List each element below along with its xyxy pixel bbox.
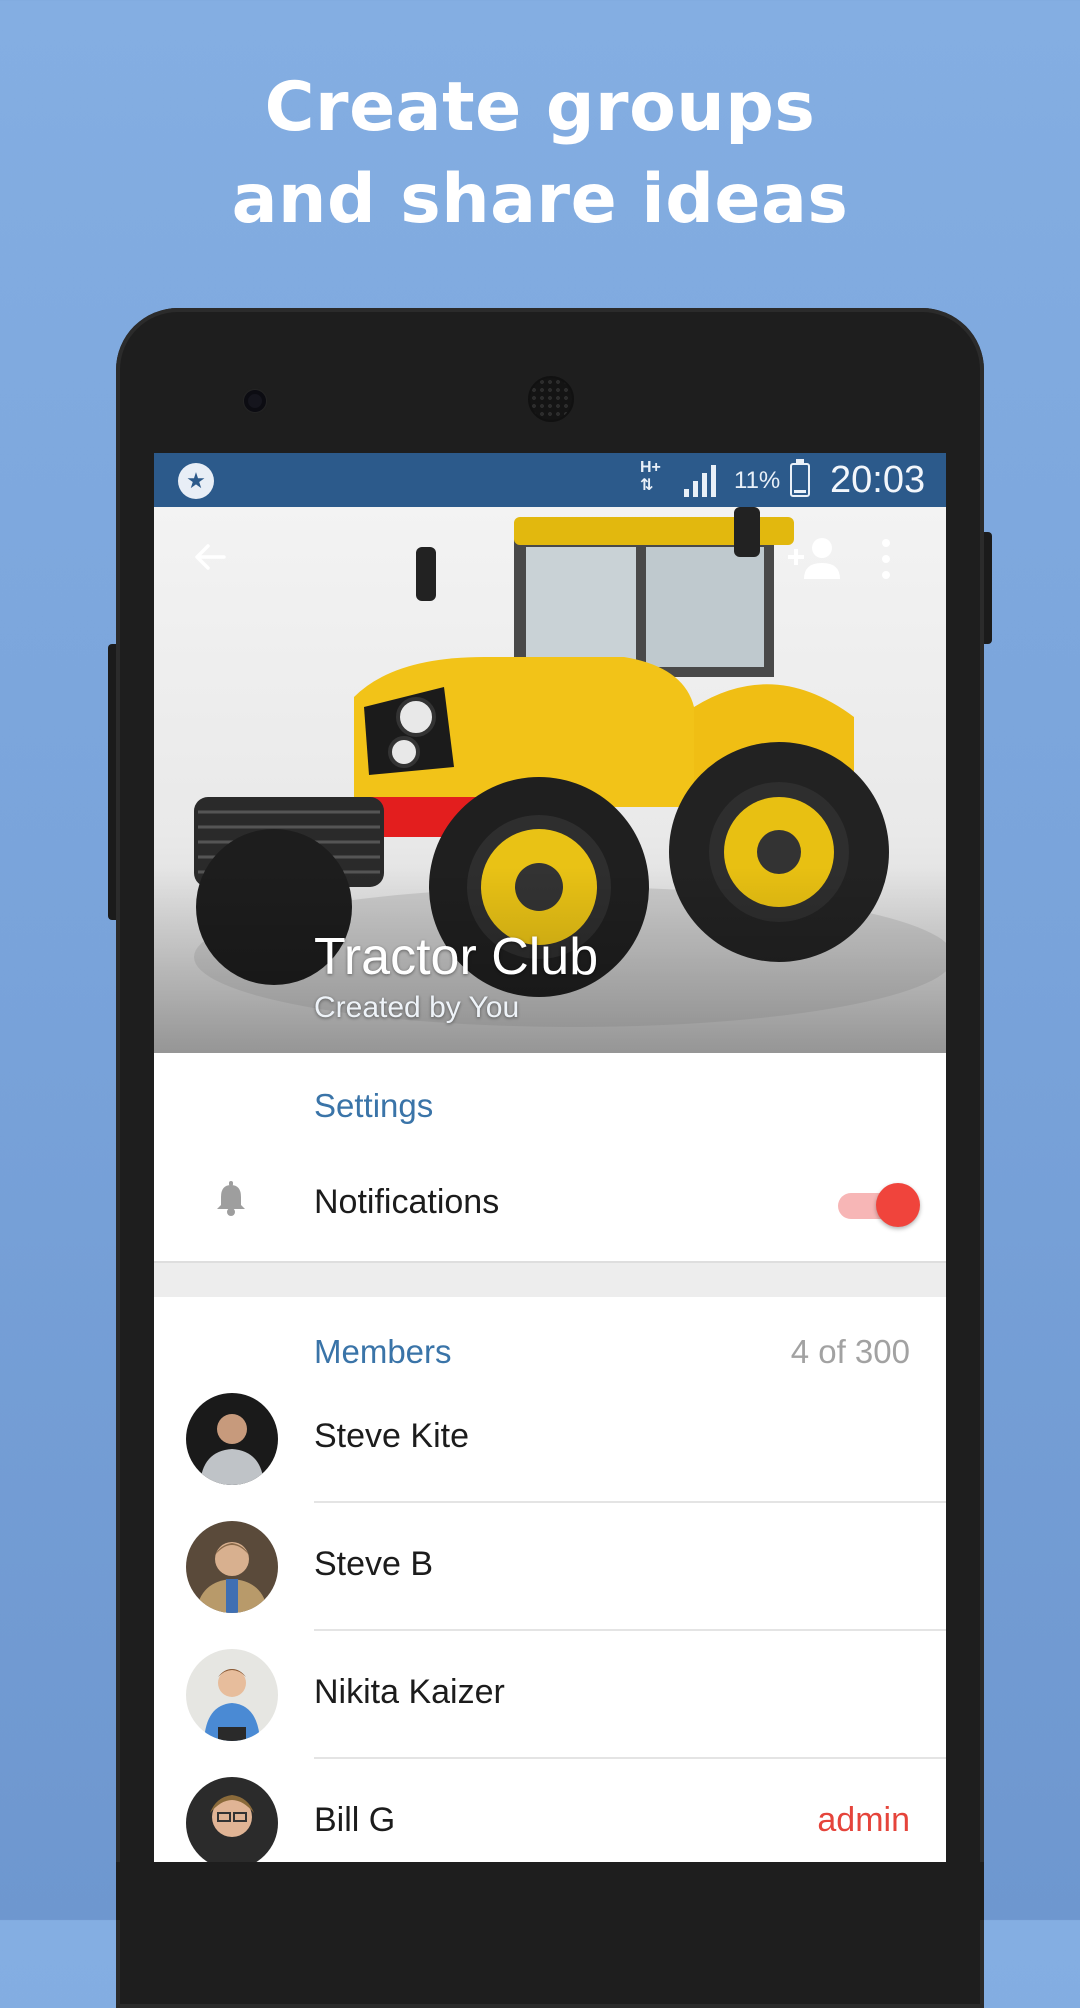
earpiece-speaker xyxy=(528,376,574,422)
members-section-header: Members xyxy=(314,1333,452,1370)
member-row[interactable]: Steve Kite xyxy=(154,1375,946,1503)
promo-headline: Create groups and share ideas xyxy=(0,62,1080,246)
promo-headline-line2: and share ideas xyxy=(231,160,849,239)
avatar[interactable] xyxy=(186,1649,278,1741)
notifications-label: Notifications xyxy=(314,1183,500,1221)
clock: 20:03 xyxy=(830,459,926,501)
network-type-label: H+ xyxy=(640,459,661,476)
section-spacer xyxy=(154,1263,946,1297)
star-notification-icon: ★ xyxy=(178,463,214,499)
front-camera xyxy=(244,390,266,412)
phone-screen: ★ H+ ⇅ 11% 20:03 Tractor Club Created by… xyxy=(154,453,946,1862)
battery-icon xyxy=(790,459,810,497)
member-name: Bill G xyxy=(314,1801,396,1839)
phone-bottom-bezel xyxy=(116,1862,984,1920)
avatar[interactable] xyxy=(186,1521,278,1613)
notifications-row[interactable]: Notifications xyxy=(154,1143,946,1261)
group-subtitle: Created by You xyxy=(314,991,520,1024)
avatar[interactable] xyxy=(186,1393,278,1485)
more-vert-icon[interactable] xyxy=(880,537,892,581)
status-bar: ★ H+ ⇅ 11% 20:03 xyxy=(154,453,946,507)
back-arrow-icon[interactable] xyxy=(190,537,230,577)
member-name: Steve Kite xyxy=(314,1417,469,1455)
battery-percent: 11% xyxy=(734,467,781,494)
avatar[interactable] xyxy=(186,1777,278,1862)
toggle-thumb[interactable] xyxy=(876,1183,920,1227)
signal-strength-icon xyxy=(684,465,716,497)
member-row[interactable]: Bill G admin xyxy=(154,1759,946,1862)
members-count: 4 of 300 xyxy=(790,1333,910,1370)
add-member-icon[interactable] xyxy=(784,535,844,583)
bell-icon xyxy=(217,1181,245,1216)
group-name: Tractor Club xyxy=(314,928,599,986)
member-row[interactable]: Nikita Kaizer xyxy=(154,1631,946,1759)
member-row[interactable]: Steve B xyxy=(154,1503,946,1631)
settings-section-header: Settings xyxy=(314,1087,434,1124)
member-name: Nikita Kaizer xyxy=(314,1673,505,1711)
network-type: H+ ⇅ xyxy=(640,459,661,494)
admin-badge: admin xyxy=(817,1801,910,1839)
group-cover-image: Tractor Club Created by You xyxy=(154,507,946,1053)
battery-level-fill xyxy=(794,490,806,493)
member-name: Steve B xyxy=(314,1545,434,1583)
promo-headline-line1: Create groups xyxy=(264,68,816,147)
